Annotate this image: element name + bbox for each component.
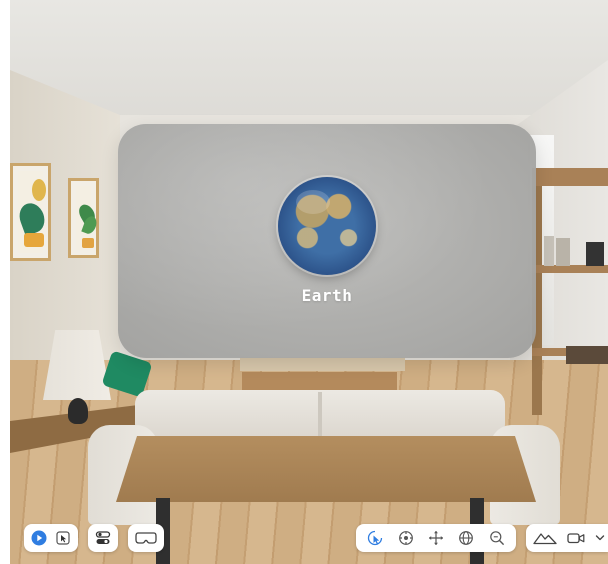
play-icon: [31, 530, 47, 546]
orbit-button[interactable]: [395, 527, 417, 549]
zoom-button[interactable]: [486, 527, 508, 549]
select-mode-button[interactable]: [52, 527, 74, 549]
globe-highlight: [296, 190, 330, 214]
earth-title-label: Earth: [301, 286, 353, 305]
orbit-icon: [398, 531, 413, 545]
book-stack: [566, 346, 608, 364]
environment-toolbar: [526, 524, 608, 552]
zoom-icon: [489, 531, 504, 546]
cursor-select-icon: [56, 531, 70, 545]
pan-button[interactable]: [425, 527, 447, 549]
camera-button[interactable]: [565, 527, 587, 549]
wall-art-frame-right: [68, 178, 99, 258]
interact-pointer-icon: [368, 530, 383, 546]
toggle-controls-button[interactable]: [92, 527, 114, 549]
tv-stand: [240, 357, 405, 371]
playback-toolbar: [24, 524, 78, 552]
book: [586, 242, 604, 266]
lamp-base: [68, 398, 88, 424]
chevron-down-icon: [595, 535, 605, 541]
simulator-window: Earth: [0, 0, 608, 564]
wall-art-picture: [15, 171, 49, 253]
coffee-table-top: [116, 436, 536, 502]
controls-toggle-icon: [95, 531, 111, 544]
camera-icon: [567, 533, 585, 544]
wall-art-frame-left: [10, 163, 51, 261]
book: [556, 238, 570, 266]
interact-mode-button[interactable]: [364, 527, 386, 549]
rotate-button[interactable]: [455, 527, 477, 549]
immersive-scene-viewport[interactable]: Earth: [10, 0, 608, 564]
rug: [242, 372, 397, 390]
device-toolbar: [128, 524, 164, 552]
immersive-space-button[interactable]: [133, 527, 159, 549]
wall-art-picture: [75, 186, 99, 250]
headset-icon: [135, 532, 157, 544]
bookshelf-board: [532, 168, 608, 186]
environment-button[interactable]: [532, 527, 558, 549]
controls-toolbar: [88, 524, 118, 552]
play-button[interactable]: [28, 527, 50, 549]
earth-volume-window[interactable]: Earth: [118, 124, 536, 358]
environment-mountain-icon: [533, 533, 557, 545]
sofa-cushion-divider: [318, 392, 322, 436]
globe-rotate-icon: [459, 531, 474, 545]
bookshelf-board: [532, 265, 608, 273]
navigation-toolbar: [356, 524, 516, 552]
move-pan-icon: [428, 531, 443, 545]
camera-menu-dropdown[interactable]: [594, 527, 606, 549]
book: [544, 236, 554, 266]
earth-globe-model[interactable]: [278, 177, 376, 275]
